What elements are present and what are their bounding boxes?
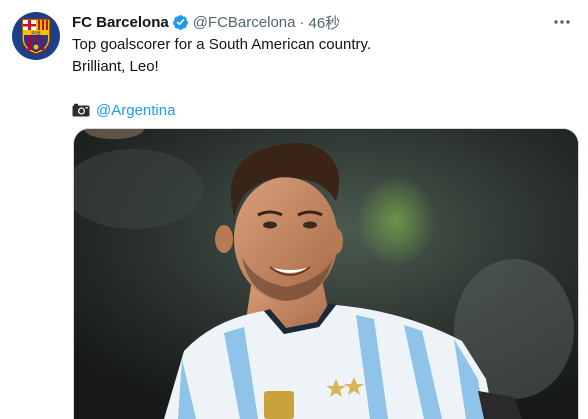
tweet-text-line: Brilliant, Leo! — [72, 58, 159, 75]
camera-icon — [72, 102, 90, 124]
svg-text:FCB: FCB — [31, 30, 40, 35]
player-celebration-photo — [74, 129, 578, 419]
photo-credit: @Argentina — [72, 100, 572, 122]
tweet-photo[interactable] — [73, 128, 579, 419]
tweet-card[interactable]: FCB FC Barcelona @FCBarcelona · 46秒 Top … — [0, 0, 588, 419]
author-display-name[interactable]: FC Barcelona — [72, 14, 169, 31]
profile-avatar[interactable]: FCB — [12, 12, 60, 60]
verified-badge-icon — [172, 14, 189, 31]
fc-barcelona-crest-icon: FCB — [21, 18, 51, 55]
tweet-timestamp[interactable]: 46秒 — [308, 12, 340, 33]
header-separator: · — [299, 13, 305, 31]
tweet-header: FC Barcelona @FCBarcelona · 46秒 — [72, 12, 340, 32]
tweet-text: Top goalscorer for a South American coun… — [72, 34, 572, 122]
author-handle[interactable]: @FCBarcelona — [193, 14, 296, 31]
mention-link[interactable]: @Argentina — [96, 102, 175, 119]
tweet-text-line: Top goalscorer for a South American coun… — [72, 36, 372, 53]
more-options-button[interactable] — [550, 12, 574, 32]
more-horizontal-icon — [554, 20, 570, 24]
